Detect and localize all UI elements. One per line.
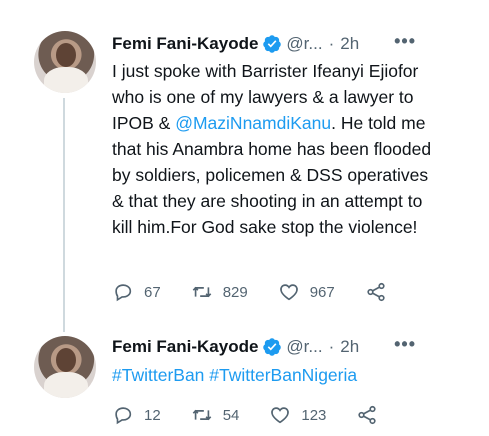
reply-count: 67	[144, 283, 161, 301]
avatar[interactable]	[34, 336, 96, 398]
like-button[interactable]: 967	[278, 281, 335, 303]
mention-link[interactable]: @MaziNnamdiKanu	[175, 113, 331, 133]
reply-icon	[115, 407, 132, 425]
tweet-actions: 67 829 967	[112, 281, 432, 303]
retweet-count: 829	[222, 283, 248, 301]
thread-connector-line	[63, 98, 65, 332]
timestamp[interactable]: 2h	[340, 337, 359, 357]
more-icon[interactable]: •••	[394, 31, 416, 52]
verified-badge-icon	[262, 34, 282, 54]
tweet-header: Femi Fani-Kayode @r... · 2h	[112, 336, 359, 358]
author-name[interactable]: Femi Fani-Kayode	[112, 337, 258, 357]
tweet-text: I just spoke with Barrister Ifeanyi Ejio…	[112, 58, 442, 240]
tweet-actions: 12 54 123	[112, 404, 432, 426]
author-name[interactable]: Femi Fani-Kayode	[112, 34, 258, 54]
like-icon	[271, 407, 290, 424]
share-button[interactable]	[356, 404, 388, 426]
author-handle[interactable]: @r...	[286, 34, 322, 54]
retweet-icon	[192, 409, 211, 421]
retweet-icon	[192, 286, 211, 298]
hashtag-links[interactable]: #TwitterBan #TwitterBanNigeria	[112, 362, 442, 388]
like-count: 967	[309, 283, 335, 301]
separator-dot: ·	[328, 34, 335, 53]
tweet-header: Femi Fani-Kayode @r... · 2h	[112, 33, 359, 55]
separator-dot: ·	[328, 337, 335, 356]
like-icon	[279, 284, 298, 301]
like-count: 123	[301, 406, 327, 424]
reply-button[interactable]: 67	[112, 281, 161, 303]
timestamp[interactable]: 2h	[340, 34, 359, 54]
reply-count: 12	[144, 406, 161, 424]
share-icon	[358, 405, 377, 425]
author-handle[interactable]: @r...	[286, 337, 322, 357]
retweet-button[interactable]: 829	[191, 281, 248, 303]
reply-button[interactable]: 12	[112, 404, 161, 426]
retweet-count: 54	[222, 406, 240, 424]
share-button[interactable]	[365, 281, 397, 303]
like-button[interactable]: 123	[269, 404, 326, 426]
share-icon	[367, 282, 385, 302]
reply-icon	[115, 284, 132, 302]
more-icon[interactable]: •••	[394, 334, 416, 355]
avatar[interactable]	[34, 31, 96, 93]
retweet-button[interactable]: 54	[191, 404, 240, 426]
verified-badge-icon	[262, 337, 282, 357]
